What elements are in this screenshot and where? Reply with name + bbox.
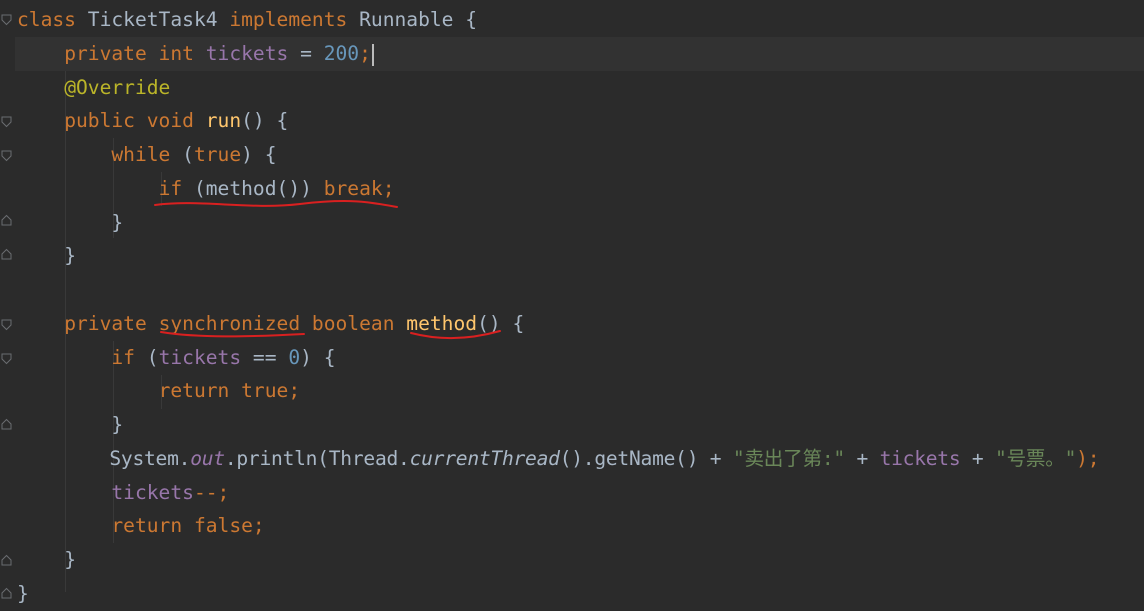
code-editor[interactable]: class TicketTask4 implements Runnable { … bbox=[0, 0, 1144, 611]
fold-close-icon[interactable] bbox=[1, 587, 12, 599]
keyword-token: --; bbox=[193, 481, 230, 504]
fold-open-icon[interactable] bbox=[1, 14, 12, 26]
code-line[interactable]: @Override bbox=[17, 71, 170, 105]
keyword-token: return true; bbox=[158, 379, 301, 402]
keyword-token: private int bbox=[64, 42, 194, 65]
fold-open-icon[interactable] bbox=[1, 150, 12, 162]
code-line[interactable]: if (method()) break; bbox=[17, 172, 395, 206]
code-token: Runnable { bbox=[347, 8, 478, 31]
code-token: } bbox=[111, 413, 124, 436]
code-line[interactable]: return true; bbox=[17, 374, 301, 408]
keyword-token: if bbox=[111, 346, 135, 369]
keyword-token: private bbox=[64, 312, 147, 335]
code-line[interactable]: } bbox=[17, 239, 76, 273]
fold-open-icon[interactable] bbox=[1, 116, 12, 128]
static-method-token: currentThread bbox=[409, 447, 560, 470]
static-field-token: out bbox=[190, 447, 225, 470]
code-line[interactable]: } bbox=[17, 408, 123, 442]
code-token: ().getName() + bbox=[559, 447, 733, 470]
code-line[interactable]: tickets--; bbox=[17, 476, 229, 510]
current-code-line[interactable]: private int tickets = 200; bbox=[15, 37, 1144, 71]
code-token: == bbox=[241, 346, 289, 369]
keyword-token: class bbox=[17, 8, 76, 31]
fold-open-icon[interactable] bbox=[1, 353, 12, 365]
field-token: tickets bbox=[111, 481, 194, 504]
fold-open-icon[interactable] bbox=[1, 319, 12, 331]
code-line[interactable]: public void run() { bbox=[17, 104, 288, 138]
editor-gutter bbox=[0, 0, 15, 611]
code-token: () { bbox=[241, 109, 289, 132]
field-token: tickets bbox=[205, 42, 289, 65]
keyword-token: if bbox=[158, 177, 183, 200]
code-token: TicketTask4 bbox=[75, 8, 230, 31]
keyword-token: return false; bbox=[111, 514, 265, 537]
fold-close-icon[interactable] bbox=[1, 418, 12, 430]
code-token: ) { bbox=[241, 143, 277, 166]
keyword-token: synchronized bbox=[158, 312, 301, 335]
method-token: method bbox=[406, 312, 478, 335]
code-token: } bbox=[17, 582, 29, 605]
field-token: tickets bbox=[158, 346, 242, 369]
code-token: ( bbox=[134, 346, 159, 369]
field-token: tickets bbox=[879, 447, 961, 470]
keyword-token: ); bbox=[1076, 447, 1100, 470]
method-token: run bbox=[205, 109, 242, 132]
code-line[interactable]: } bbox=[17, 206, 123, 240]
keyword-token: public void bbox=[64, 109, 194, 132]
keyword-token: while bbox=[111, 143, 171, 166]
code-token: } bbox=[64, 244, 76, 267]
keyword-token: boolean bbox=[311, 312, 395, 335]
code-line[interactable]: while (true) { bbox=[17, 138, 277, 172]
keyword-token: true bbox=[193, 143, 242, 166]
code-token: + bbox=[960, 447, 996, 470]
annotation-token: @Override bbox=[64, 76, 171, 99]
code-token: .println(Thread. bbox=[224, 447, 410, 470]
code-line[interactable]: private synchronized boolean method() { bbox=[17, 307, 524, 341]
number-token: 0 bbox=[288, 346, 301, 369]
code-token: ( bbox=[170, 143, 194, 166]
fold-close-icon[interactable] bbox=[1, 554, 12, 566]
code-token: ) { bbox=[300, 346, 336, 369]
keyword-token: ; bbox=[359, 42, 371, 65]
code-line[interactable]: class TicketTask4 implements Runnable { bbox=[17, 3, 477, 37]
code-token: = bbox=[288, 42, 324, 65]
code-token: () { bbox=[477, 312, 525, 335]
keyword-token: break; bbox=[323, 177, 395, 200]
code-token: } bbox=[111, 211, 124, 234]
text-caret bbox=[371, 43, 374, 66]
code-token: + bbox=[844, 447, 880, 470]
string-token: "卖出了第:" bbox=[732, 447, 845, 470]
keyword-token: implements bbox=[229, 8, 348, 31]
code-line[interactable]: return false; bbox=[17, 509, 265, 543]
fold-close-icon[interactable] bbox=[1, 214, 12, 226]
code-line[interactable]: System.out.println(Thread.currentThread(… bbox=[17, 442, 1099, 476]
string-token: "号票。" bbox=[995, 447, 1077, 470]
code-token: System. bbox=[109, 447, 191, 470]
fold-close-icon[interactable] bbox=[1, 248, 12, 260]
code-line[interactable]: } bbox=[17, 577, 29, 611]
code-token: (method()) bbox=[182, 177, 324, 200]
number-token: 200 bbox=[323, 42, 360, 65]
code-line[interactable]: if (tickets == 0) { bbox=[17, 341, 336, 375]
code-token: } bbox=[64, 548, 76, 571]
code-line[interactable]: } bbox=[17, 543, 76, 577]
